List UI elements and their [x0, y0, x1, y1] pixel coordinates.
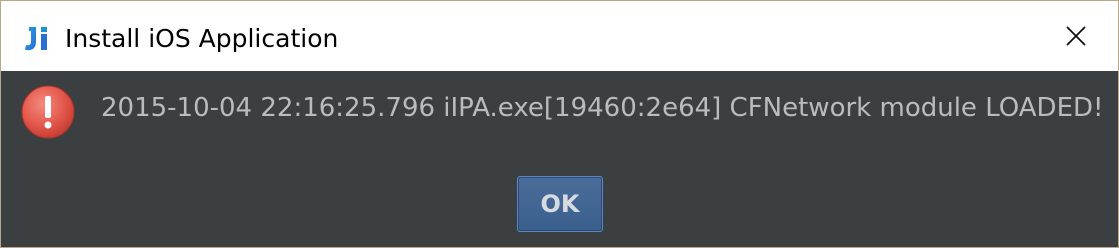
window-title: Install iOS Application — [65, 24, 339, 53]
error-icon — [20, 84, 76, 140]
dialog-body: 2015-10-04 22:16:25.796 iIPA.exe[19460:2… — [1, 71, 1118, 247]
ok-button[interactable]: OK — [517, 176, 603, 232]
intellij-idea-icon — [23, 25, 55, 53]
title-bar: Install iOS Application — [1, 1, 1118, 71]
error-message: 2015-10-04 22:16:25.796 iIPA.exe[19460:2… — [101, 93, 1104, 123]
close-icon — [1065, 25, 1087, 51]
close-button[interactable] — [1047, 15, 1105, 61]
dialog-window: Install iOS Application 2015-10-04 22:16… — [0, 0, 1119, 248]
